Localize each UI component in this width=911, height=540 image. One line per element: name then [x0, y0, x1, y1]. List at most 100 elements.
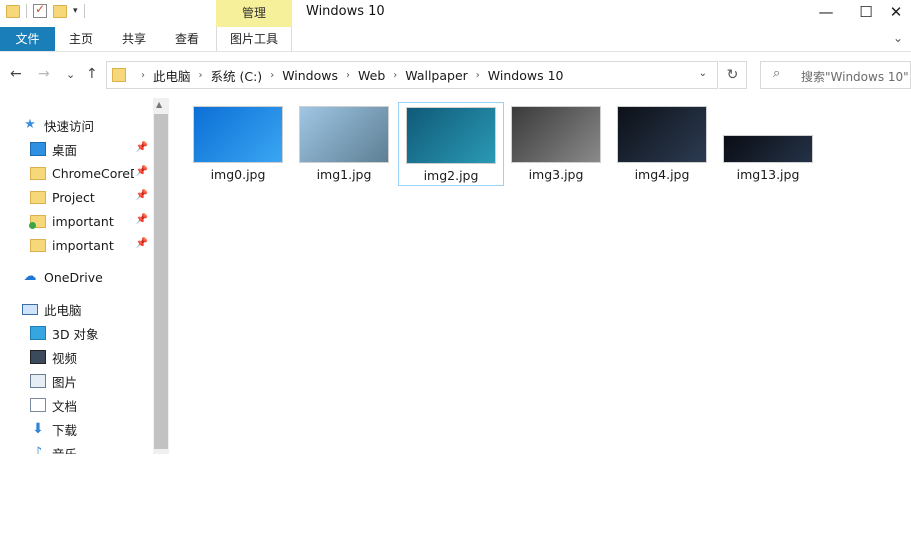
- sidebar-item-label: 快速访问: [44, 118, 95, 134]
- expand-ribbon-icon[interactable]: ⌄: [893, 31, 903, 45]
- contextual-tab-manage[interactable]: 管理: [216, 0, 292, 27]
- sidebar-item-label: 视频: [52, 350, 78, 366]
- chevron-right-icon[interactable]: ›: [270, 70, 274, 81]
- folder-icon: [6, 4, 20, 18]
- title-bar: ▾ 管理 Windows 10 — ☐ ✕: [0, 0, 911, 27]
- pin-icon[interactable]: 📌: [136, 238, 148, 249]
- sidebar-item-label: 下载: [52, 422, 78, 438]
- desktop-icon: [30, 142, 46, 156]
- video-icon: [30, 350, 46, 364]
- sidebar-scrollbar[interactable]: ▲: [153, 98, 169, 454]
- file-tile[interactable]: img1.jpg: [292, 102, 398, 186]
- file-tile[interactable]: img4.jpg: [610, 102, 716, 186]
- sidebar-item-pictures[interactable]: 图片: [30, 370, 170, 392]
- sidebar-item-label: OneDrive: [44, 269, 103, 285]
- breadcrumb-this-pc[interactable]: 此电脑: [153, 66, 191, 85]
- sidebar-item-label: important: [52, 213, 114, 229]
- recent-locations-button[interactable]: ⌄: [66, 68, 75, 81]
- scrollbar-thumb[interactable]: [154, 114, 168, 449]
- sidebar-item-desktop[interactable]: 桌面 📌: [30, 138, 152, 160]
- cloud-icon: ☁: [23, 269, 37, 284]
- ribbon-tabs: 文件 主页 共享 查看 图片工具 ⌄: [0, 27, 911, 52]
- tab-home[interactable]: 主页: [58, 27, 104, 51]
- file-tile[interactable]: img2.jpg: [398, 102, 504, 186]
- divider: [26, 4, 27, 18]
- sidebar-item-label: 音乐: [52, 446, 78, 455]
- file-tile[interactable]: img3.jpg: [504, 102, 610, 186]
- search-box[interactable]: ⌕ 搜索"Windows 10": [760, 61, 911, 89]
- tab-share[interactable]: 共享: [111, 27, 157, 51]
- back-button[interactable]: ←: [10, 66, 22, 82]
- breadcrumb: › 此电脑 › 系统 (C:) › Windows › Web › Wallpa…: [133, 62, 563, 88]
- breadcrumb-system-c[interactable]: 系统 (C:): [211, 66, 263, 85]
- sidebar-item-quick-access[interactable]: ★ 快速访问: [22, 114, 170, 136]
- sidebar-item-onedrive[interactable]: ☁ OneDrive: [22, 266, 170, 288]
- sidebar-item-important-sync[interactable]: important 📌: [29, 210, 152, 232]
- sidebar-item-label: ChromeCoreD: [52, 165, 134, 181]
- forward-button[interactable]: →: [38, 66, 50, 82]
- file-name: img2.jpg: [423, 168, 479, 183]
- file-list: img0.jpg img1.jpg img2.jpg img3.jpg img4…: [172, 98, 911, 540]
- quick-access-toolbar: ▾: [6, 2, 85, 18]
- scroll-up-icon[interactable]: ▲: [156, 100, 162, 109]
- close-button[interactable]: ✕: [881, 0, 911, 26]
- address-dropdown-icon[interactable]: ⌄: [699, 68, 707, 79]
- sidebar-item-label: 此电脑: [44, 302, 82, 318]
- pin-icon[interactable]: 📌: [136, 166, 148, 177]
- cube-3d-icon: [30, 326, 46, 340]
- star-icon: ★: [24, 117, 36, 132]
- computer-icon: [22, 303, 38, 315]
- file-tile[interactable]: img0.jpg: [186, 102, 292, 186]
- tab-file[interactable]: 文件: [0, 27, 55, 51]
- sidebar-item-important[interactable]: important 📌: [30, 234, 152, 256]
- folder-icon: [30, 190, 46, 204]
- chevron-right-icon[interactable]: ›: [199, 70, 203, 81]
- sidebar-item-3d-objects[interactable]: 3D 对象: [30, 322, 170, 344]
- sidebar-item-music[interactable]: ♪ 音乐: [30, 442, 170, 455]
- chevron-right-icon[interactable]: ›: [476, 70, 480, 81]
- pin-icon[interactable]: 📌: [136, 214, 148, 225]
- file-tile[interactable]: img13.jpg: [716, 102, 822, 186]
- chevron-right-icon[interactable]: ›: [141, 70, 145, 81]
- navigation-pane: ★ 快速访问 桌面 📌 ChromeCoreD 📌 Project 📌 impo…: [0, 98, 170, 454]
- folder-icon: [112, 68, 126, 82]
- breadcrumb-web[interactable]: Web: [358, 68, 385, 83]
- thumbnail-image: [299, 106, 389, 163]
- download-icon: ⬇: [32, 421, 44, 437]
- up-button[interactable]: ↑: [86, 66, 98, 82]
- refresh-button[interactable]: ↻: [719, 61, 747, 89]
- pin-icon[interactable]: 📌: [136, 142, 148, 153]
- tab-picture-tools[interactable]: 图片工具: [216, 27, 292, 51]
- thumbnail-image: [193, 106, 283, 163]
- pictures-icon: [30, 374, 46, 388]
- file-name: img4.jpg: [634, 167, 690, 182]
- thumbnail-image: [511, 106, 601, 163]
- breadcrumb-windows[interactable]: Windows: [282, 68, 338, 83]
- address-bar[interactable]: › 此电脑 › 系统 (C:) › Windows › Web › Wallpa…: [106, 61, 718, 89]
- properties-icon[interactable]: [33, 2, 47, 18]
- thumbnail-image: [406, 107, 496, 164]
- chevron-right-icon[interactable]: ›: [393, 70, 397, 81]
- sidebar-item-downloads[interactable]: ⬇ 下载: [30, 418, 170, 440]
- pin-icon[interactable]: 📌: [136, 190, 148, 201]
- folder-sync-icon: [29, 214, 46, 229]
- sidebar-item-documents[interactable]: 文档: [30, 394, 170, 416]
- breadcrumb-wallpaper[interactable]: Wallpaper: [405, 68, 468, 83]
- folder-icon: [30, 166, 46, 180]
- navigation-bar: ← → ⌄ ↑ › 此电脑 › 系统 (C:) › Windows › Web …: [0, 56, 911, 94]
- file-name: img1.jpg: [316, 167, 372, 182]
- sidebar-item-chromecored[interactable]: ChromeCoreD 📌: [30, 162, 152, 184]
- sidebar-item-project[interactable]: Project 📌: [30, 186, 152, 208]
- breadcrumb-windows-10[interactable]: Windows 10: [488, 68, 564, 83]
- music-icon: ♪: [33, 445, 43, 455]
- search-icon: ⌕: [773, 66, 781, 81]
- customize-qat-icon[interactable]: ▾: [73, 6, 78, 16]
- sidebar-item-videos[interactable]: 视频: [30, 346, 170, 368]
- sidebar-item-this-pc[interactable]: 此电脑: [22, 298, 170, 320]
- tab-view[interactable]: 查看: [164, 27, 210, 51]
- sidebar-item-label: 图片: [52, 374, 78, 390]
- chevron-right-icon[interactable]: ›: [346, 70, 350, 81]
- new-folder-icon[interactable]: [53, 4, 67, 18]
- file-name: img3.jpg: [528, 167, 584, 182]
- divider: [83, 4, 85, 18]
